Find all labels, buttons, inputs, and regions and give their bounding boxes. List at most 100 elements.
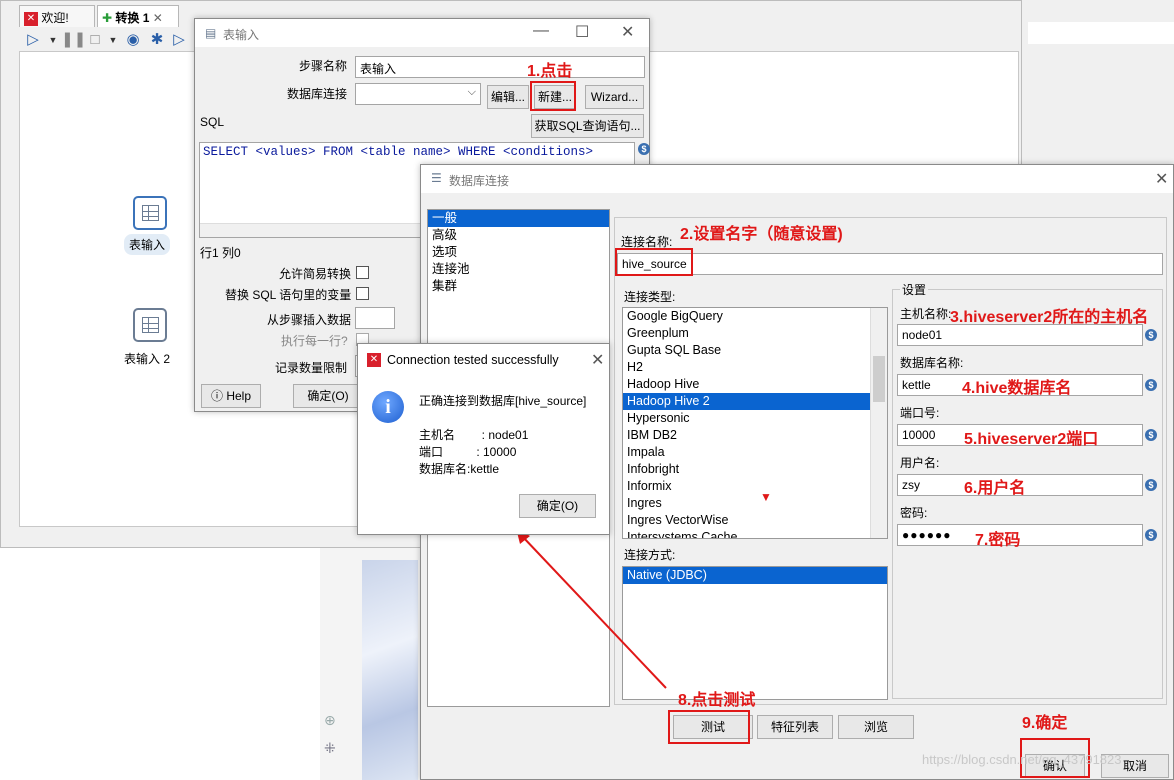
insert-from-step-label: 从步骤插入数据 [267, 313, 352, 327]
conn-type-item[interactable]: H2 [623, 359, 887, 376]
conn-type-item[interactable]: Hypersonic [623, 410, 887, 427]
edit-button[interactable]: 编辑... [487, 85, 529, 109]
help-button[interactable]: ⓘ Help [201, 384, 261, 408]
annotation-step-6: 6.用户名 [964, 480, 1026, 497]
conn-type-list: Google BigQuery Greenplum Gupta SQL Base H2… [622, 307, 888, 539]
wizard-button[interactable]: Wizard... [585, 85, 644, 109]
fit-icon: ⁜ [324, 740, 336, 756]
nav-item[interactable]: 集群 [428, 278, 609, 295]
tab-transform-1[interactable]: ✚ 转换 1 ✕ [97, 5, 179, 27]
minimize-icon[interactable]: — [533, 22, 549, 40]
replay-icon[interactable]: ▷ [169, 31, 189, 49]
replace-vars-label: 替换 SQL 语句里的变量 [225, 288, 352, 302]
watermark: https://blog.csdn.net/qq_43791823 [922, 752, 1122, 767]
tab-welcome[interactable]: ✕ 欢迎! [19, 5, 95, 27]
lazy-conversion-checkbox[interactable] [356, 266, 369, 279]
conn-type-item[interactable]: Hadoop Hive 2 [623, 393, 887, 410]
conn-type-item[interactable]: Impala [623, 444, 887, 461]
variable-icon: $ [1145, 429, 1157, 441]
highlight-box [530, 81, 576, 111]
nav-item[interactable]: 连接池 [428, 261, 609, 278]
table-input-2-step-icon[interactable] [133, 308, 167, 342]
stop-icon[interactable]: □ [85, 31, 105, 49]
conn-type-item[interactable]: Informix [623, 478, 887, 495]
tab-welcome-label: 欢迎! [41, 11, 69, 25]
dbname-label: 数据库名称: [900, 356, 964, 370]
limit-label: 记录数量限制 [275, 361, 348, 375]
get-sql-button[interactable]: 获取SQL查询语句... [531, 114, 644, 138]
ok-button[interactable]: 确定(O) [293, 384, 363, 408]
conn-type-item[interactable]: Hadoop Hive [623, 376, 887, 393]
close-icon[interactable]: ✕ [591, 350, 604, 370]
row-col-indicator: 行1 列0 [200, 246, 241, 260]
close-icon[interactable]: ✕ [621, 22, 634, 42]
nav-item[interactable]: 一般 [428, 210, 609, 227]
dialog-app-icon: ▤ [205, 26, 217, 40]
nav-item[interactable]: 选项 [428, 244, 609, 261]
step-label: 表输入 [124, 234, 171, 255]
conn-type-item[interactable]: Gupta SQL Base [623, 342, 887, 359]
dialog-titlebar: ☰ 数据库连接 ✕ [421, 165, 1173, 193]
tab-close-icon[interactable]: ✕ [153, 11, 163, 25]
step-name-input[interactable]: 表输入 [355, 56, 645, 78]
annotation-step-9: 9.确定 [1022, 715, 1068, 732]
highlight-box [615, 248, 693, 276]
annotation-step-5: 5.hiveserver2端口 [964, 431, 1099, 448]
conn-type-item[interactable]: Greenplum [623, 325, 887, 342]
annotation-step-1: 1.点击 [527, 63, 573, 80]
maximize-icon[interactable]: ☐ [575, 22, 589, 42]
info-icon: i [372, 391, 404, 423]
annotation-step-7: 7.密码 [975, 532, 1021, 549]
execute-each-row-label: 执行每一行? [281, 334, 348, 348]
nav-item[interactable]: 高级 [428, 227, 609, 244]
host-input[interactable]: node01 [897, 324, 1143, 346]
help-label: Help [226, 389, 252, 403]
variable-icon: $ [638, 143, 650, 155]
test-port-line: 端口 : 10000 [419, 445, 517, 459]
background-panel [1028, 22, 1174, 44]
background-image [362, 560, 418, 780]
sql-label: SQL [200, 115, 225, 129]
dialog-title: Connection tested successfully [387, 353, 559, 367]
db-connection-select[interactable]: ⌵ [355, 83, 481, 105]
annotation-step-8: 8.点击测试 [678, 692, 756, 709]
host-label: 主机名称: [900, 307, 952, 321]
close-icon[interactable]: ✕ [1155, 169, 1168, 189]
lazy-conversion-label: 允许简易转换 [279, 267, 352, 281]
transform-icon: ✚ [102, 11, 113, 25]
conn-type-item[interactable]: Infobright [623, 461, 887, 478]
sql-text: SELECT <values> FROM <table name> WHERE … [203, 145, 594, 159]
debug-icon[interactable]: ✱ [147, 31, 167, 49]
variable-icon: $ [1145, 479, 1157, 491]
variable-icon: $ [1145, 329, 1157, 341]
database-icon: ☰ [431, 171, 442, 185]
conn-type-item[interactable]: IBM DB2 [623, 427, 887, 444]
run-icon[interactable]: ▷ [23, 31, 43, 49]
annotation-arrow [516, 528, 667, 689]
annotation-step-3: 3.hiveserver2所在的主机名 [950, 309, 1149, 326]
conn-name-input[interactable]: hive_source [617, 253, 1163, 275]
help-icon: ⓘ [210, 389, 223, 403]
stop-dropdown-icon[interactable]: ▼ [103, 31, 123, 49]
conn-type-label: 连接类型: [624, 290, 676, 304]
variable-icon: $ [1145, 529, 1157, 541]
replace-vars-checkbox[interactable] [356, 287, 369, 300]
welcome-icon: ✕ [24, 11, 38, 26]
table-input-step-icon[interactable] [133, 196, 167, 230]
vertical-scrollbar[interactable] [870, 308, 887, 538]
explore-button[interactable]: 浏览 [838, 715, 914, 739]
conn-type-item[interactable]: Ingres [623, 495, 887, 512]
cursor-marker-icon: ▼ [760, 490, 772, 504]
insert-from-step-select[interactable] [355, 307, 395, 329]
dialog-titlebar: ▤ 表输入 — ☐ ✕ [195, 19, 649, 47]
conn-type-item[interactable]: Google BigQuery [623, 308, 887, 325]
run-dropdown-icon[interactable]: ▼ [43, 31, 63, 49]
annotation-step-2: 2.设置名字（随意设置) [680, 226, 843, 243]
db-connection-label: 数据库连接 [287, 87, 348, 101]
test-db-line: 数据库名:kettle [419, 462, 500, 476]
preview-icon[interactable]: ◉ [123, 31, 143, 49]
tab-transform-label: 转换 1 [115, 11, 150, 25]
pause-icon[interactable]: ❚❚ [61, 31, 86, 49]
feature-list-button[interactable]: 特征列表 [757, 715, 833, 739]
ok-button[interactable]: 确定(O) [519, 494, 596, 518]
